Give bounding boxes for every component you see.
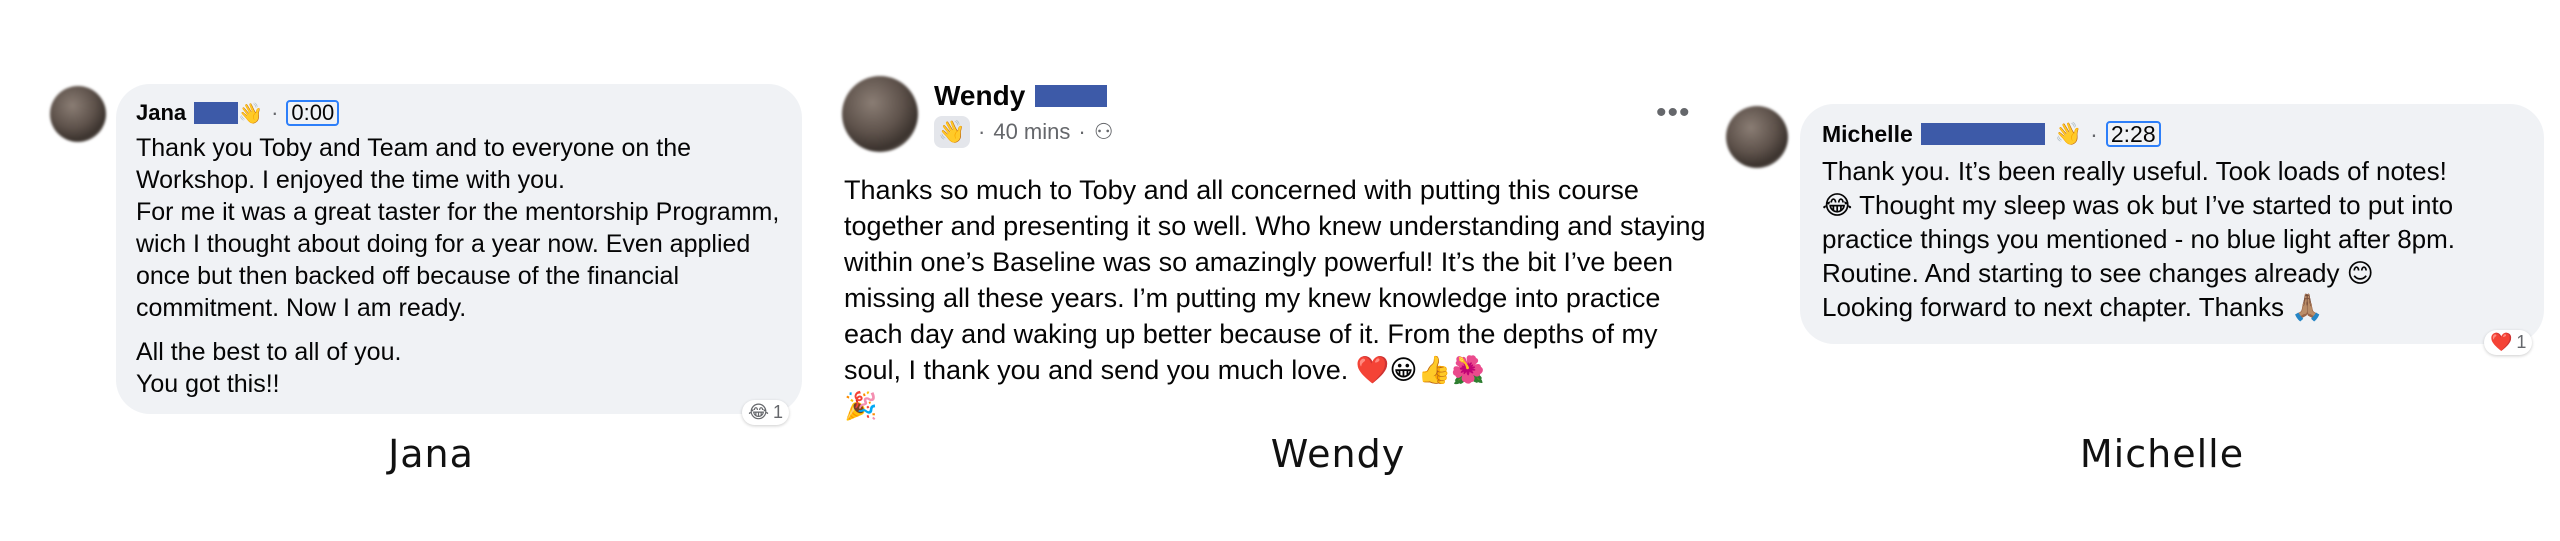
post-text: Thanks so much to Toby and all concerned… [844, 175, 1706, 421]
separator-dot: · [2090, 120, 2098, 147]
comment-header: Jana 👋 · 0:00 [136, 98, 782, 128]
reaction-count: 1 [2516, 332, 2527, 352]
avatar[interactable] [50, 86, 106, 142]
author-name[interactable]: Wendy [934, 80, 1025, 112]
comment-text: Thank you. It’s been really useful. Took… [1822, 156, 2456, 322]
love-reaction-icon: ❤️ [2490, 332, 2513, 353]
caption-label: Jana [388, 432, 474, 476]
comment-text: Thank you Toby and Team and to everyone … [136, 132, 782, 400]
redacted-surname [194, 102, 239, 124]
comment-bubble: Michelle 👋 · 2:28 Thank you. It’s been r… [1800, 104, 2544, 344]
comment-panel-michelle: Michelle 👋 · 2:28 Thank you. It’s been r… [1720, 0, 2560, 541]
comment-panel-wendy: Wendy 👋 · 40 mins · ⚇ ••• Thanks so much… [830, 0, 1710, 541]
timestamp[interactable]: 40 mins [993, 119, 1070, 145]
reaction-summary[interactable]: 😂 1 [742, 400, 790, 425]
wave-icon: 👋 [934, 116, 970, 148]
comment-paragraph: All the best to all of you. You got this… [136, 338, 402, 398]
redacted-surname [1035, 85, 1108, 107]
comment-panel-jana: Jana 👋 · 0:00 Thank you Toby and Team an… [0, 0, 820, 541]
caption-label: Wendy [1270, 432, 1406, 476]
author-name[interactable]: Michelle [1822, 121, 1913, 148]
separator-dot: · [271, 100, 279, 125]
avatar[interactable] [842, 76, 918, 152]
comment-bubble: Jana 👋 · 0:00 Thank you Toby and Team an… [116, 84, 802, 414]
timestamp[interactable]: 2:28 [2105, 121, 2161, 147]
reaction-summary[interactable]: ❤️ 1 [2484, 330, 2533, 355]
timestamp[interactable]: 0:00 [286, 100, 340, 126]
friends-icon: ⚇ [1093, 119, 1114, 144]
wave-icon: 👋 [2054, 121, 2083, 147]
wave-icon: 👋 [238, 101, 264, 125]
haha-reaction-icon: 😂 [748, 402, 770, 423]
more-options-icon[interactable]: ••• [1656, 96, 1691, 130]
caption-label: Michelle [2079, 432, 2245, 476]
post-header: Wendy [934, 80, 1108, 112]
comment-paragraph: Thank you Toby and Team and to everyone … [136, 134, 780, 322]
separator-dot: · [978, 119, 986, 144]
comment-header: Michelle 👋 · 2:28 [1822, 118, 2522, 150]
reaction-count: 1 [773, 402, 784, 422]
separator-dot: · [1078, 119, 1086, 144]
post-meta: 👋 · 40 mins · ⚇ [934, 116, 1113, 148]
avatar[interactable] [1726, 106, 1788, 168]
redacted-surname [1920, 123, 2045, 145]
author-name[interactable]: Jana [136, 100, 186, 126]
